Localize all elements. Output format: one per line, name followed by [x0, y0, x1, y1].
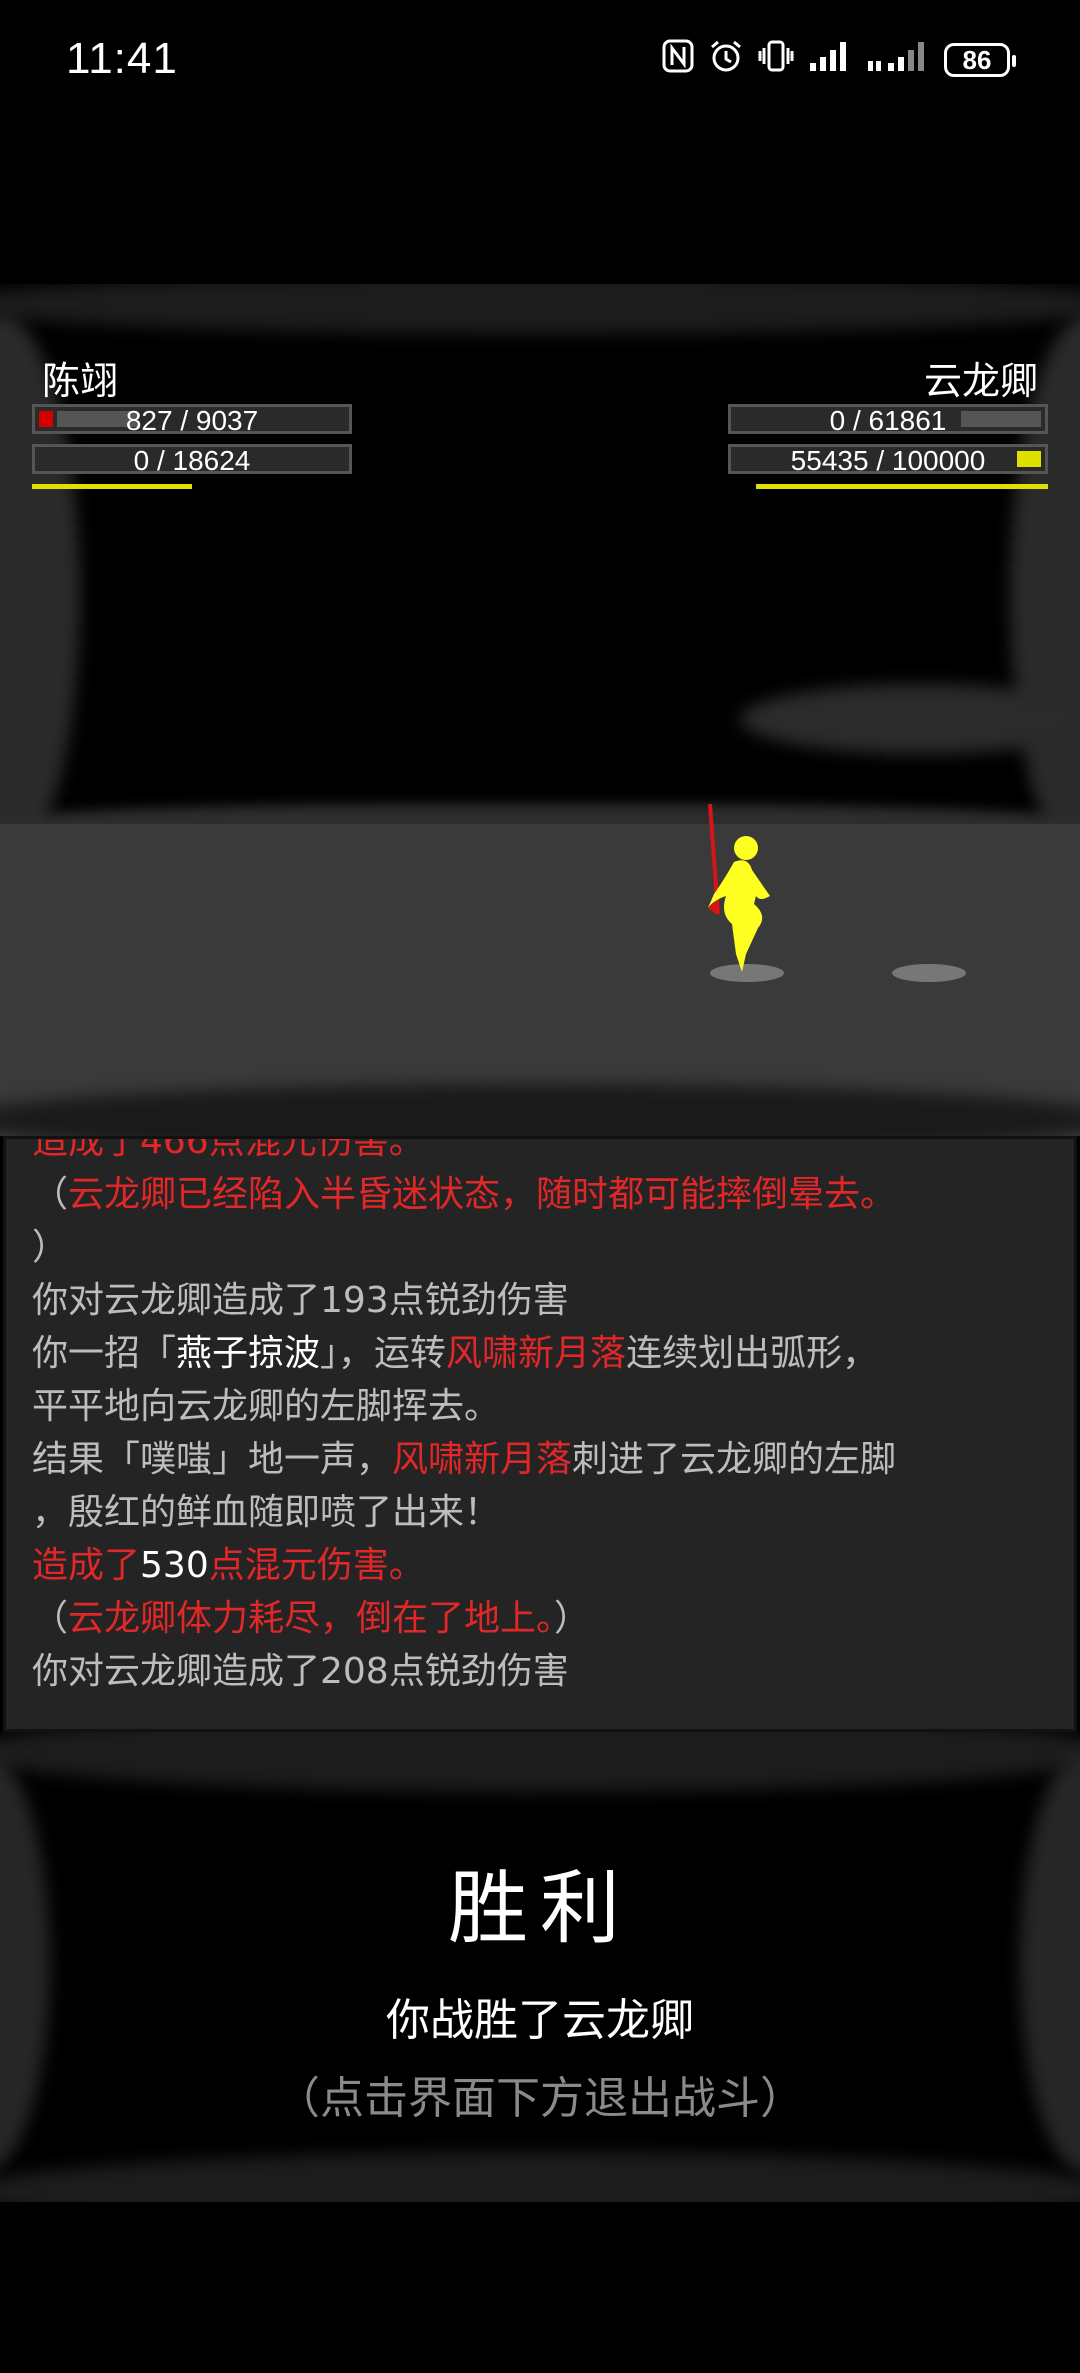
log-segment: （	[32, 1598, 69, 1639]
log-line: （云龙卿已经陷入半昏迷状态，随时都可能摔倒晕去。	[32, 1168, 1048, 1221]
log-segment: ）	[32, 1227, 69, 1268]
battery-indicator: 86	[944, 43, 1016, 77]
status-bar: 11:41 86	[0, 0, 1080, 120]
player-mp-bar: 0 / 18624	[32, 444, 352, 476]
battle-log-lines: 造成了466点混元伤害。 （云龙卿已经陷入半昏迷状态，随时都可能摔倒晕去。）你对云…	[32, 1136, 1048, 1698]
victory-subtitle: 你战胜了云龙卿	[386, 1995, 694, 2046]
log-line: 造成了530点混元伤害。	[32, 1539, 1048, 1592]
log-segment: 云龙卿已经陷入半昏迷状态，随时都可能摔倒晕去。	[68, 1174, 897, 1215]
enemy-shadow	[892, 964, 966, 982]
nfc-icon	[662, 39, 694, 82]
player-name: 陈翊	[42, 359, 119, 403]
log-line: 你一招「燕子掠波」，运转风啸新月落连续划出弧形，	[32, 1327, 1048, 1380]
player-mp-text: 0 / 18624	[133, 445, 251, 476]
log-line: 你对云龙卿造成了193点锐劲伤害	[32, 1274, 1048, 1327]
player-hp-text: 827 / 9037	[125, 405, 259, 436]
log-segment: 风啸新月落	[392, 1439, 573, 1480]
fog-top	[0, 284, 1080, 334]
enemy-hp-bar: 0 / 61861	[728, 404, 1048, 436]
fog-cloud	[740, 684, 1080, 754]
battle-scene: 陈翊 827 / 9037 0 / 18624 云龙卿 0 / 61861 55…	[0, 284, 1080, 1136]
player-hp-bar: 827 / 9037	[32, 404, 352, 436]
log-segment: ）	[554, 1598, 591, 1639]
log-segment: 造成了	[32, 1545, 141, 1586]
log-segment: 你一招「	[32, 1333, 177, 1374]
enemy-name: 云龙卿	[923, 359, 1038, 403]
player-stamina-line	[32, 484, 192, 489]
player-character	[708, 804, 770, 972]
fog-bottom	[0, 1084, 1080, 1136]
log-line: ）	[32, 1221, 1048, 1274]
log-line: 结果「噗嗤」地一声，风啸新月落刺进了云龙卿的左脚	[32, 1433, 1048, 1486]
signal-secondary-icon	[866, 39, 930, 82]
log-segment: 点混元伤害。	[208, 1545, 425, 1586]
log-segment: 燕子掠波	[176, 1333, 321, 1374]
log-line: 你对云龙卿造成了208点锐劲伤害	[32, 1645, 1048, 1698]
status-icons: 86	[662, 38, 1016, 83]
log-segment: ，殷红的鲜血随即喷了出来！	[32, 1492, 501, 1533]
enemy-hp-text: 0 / 61861	[829, 405, 947, 436]
fog-result-top	[0, 1732, 1080, 1792]
log-segment: 结果「噗嗤」地一声，	[32, 1439, 393, 1480]
victory-title: 胜利	[448, 1862, 632, 1955]
battle-log[interactable]: 造成了466点混元伤害。 （云龙卿已经陷入半昏迷状态，随时都可能摔倒晕去。）你对云…	[3, 1136, 1077, 1732]
log-segment: 平平地向云龙卿的左脚挥去。	[32, 1386, 501, 1427]
log-segment: 你对云龙卿造成了208点锐劲伤害	[32, 1651, 569, 1692]
log-segment: 530	[140, 1545, 209, 1586]
result-panel[interactable]: 胜利 你战胜了云龙卿 （点击界面下方退出战斗）	[0, 1732, 1080, 2202]
log-line: ，殷红的鲜血随即喷了出来！	[32, 1486, 1048, 1539]
log-segment: 」，运转	[320, 1333, 447, 1374]
log-segment: 云龙卿体力耗尽，倒在了地上。	[68, 1598, 555, 1639]
log-segment: 你对云龙卿造成了193点锐劲伤害	[32, 1280, 569, 1321]
log-segment: 造成了466点混元伤害。	[32, 1136, 425, 1162]
enemy-stamina-line	[756, 484, 1048, 489]
log-line: （云龙卿体力耗尽，倒在了地上。）	[32, 1592, 1048, 1645]
log-segment: 连续划出弧形，	[626, 1333, 879, 1374]
log-line: 平平地向云龙卿的左脚挥去。	[32, 1380, 1048, 1433]
signal-icon	[808, 39, 852, 82]
log-segment: 风啸新月落	[446, 1333, 627, 1374]
clock: 11:41	[66, 34, 178, 83]
vibrate-icon	[758, 39, 794, 82]
enemy-mp-text: 55435 / 100000	[790, 445, 986, 476]
fog-result-bottom	[0, 2152, 1080, 2202]
log-segment: 刺进了云龙卿的左脚	[572, 1439, 897, 1480]
log-line: 造成了466点混元伤害。	[32, 1136, 1048, 1168]
alarm-icon	[708, 38, 744, 83]
enemy-mp-bar: 55435 / 100000	[728, 444, 1048, 476]
log-segment: （	[32, 1174, 69, 1215]
exit-hint[interactable]: （点击界面下方退出战斗）	[0, 2062, 1080, 2126]
